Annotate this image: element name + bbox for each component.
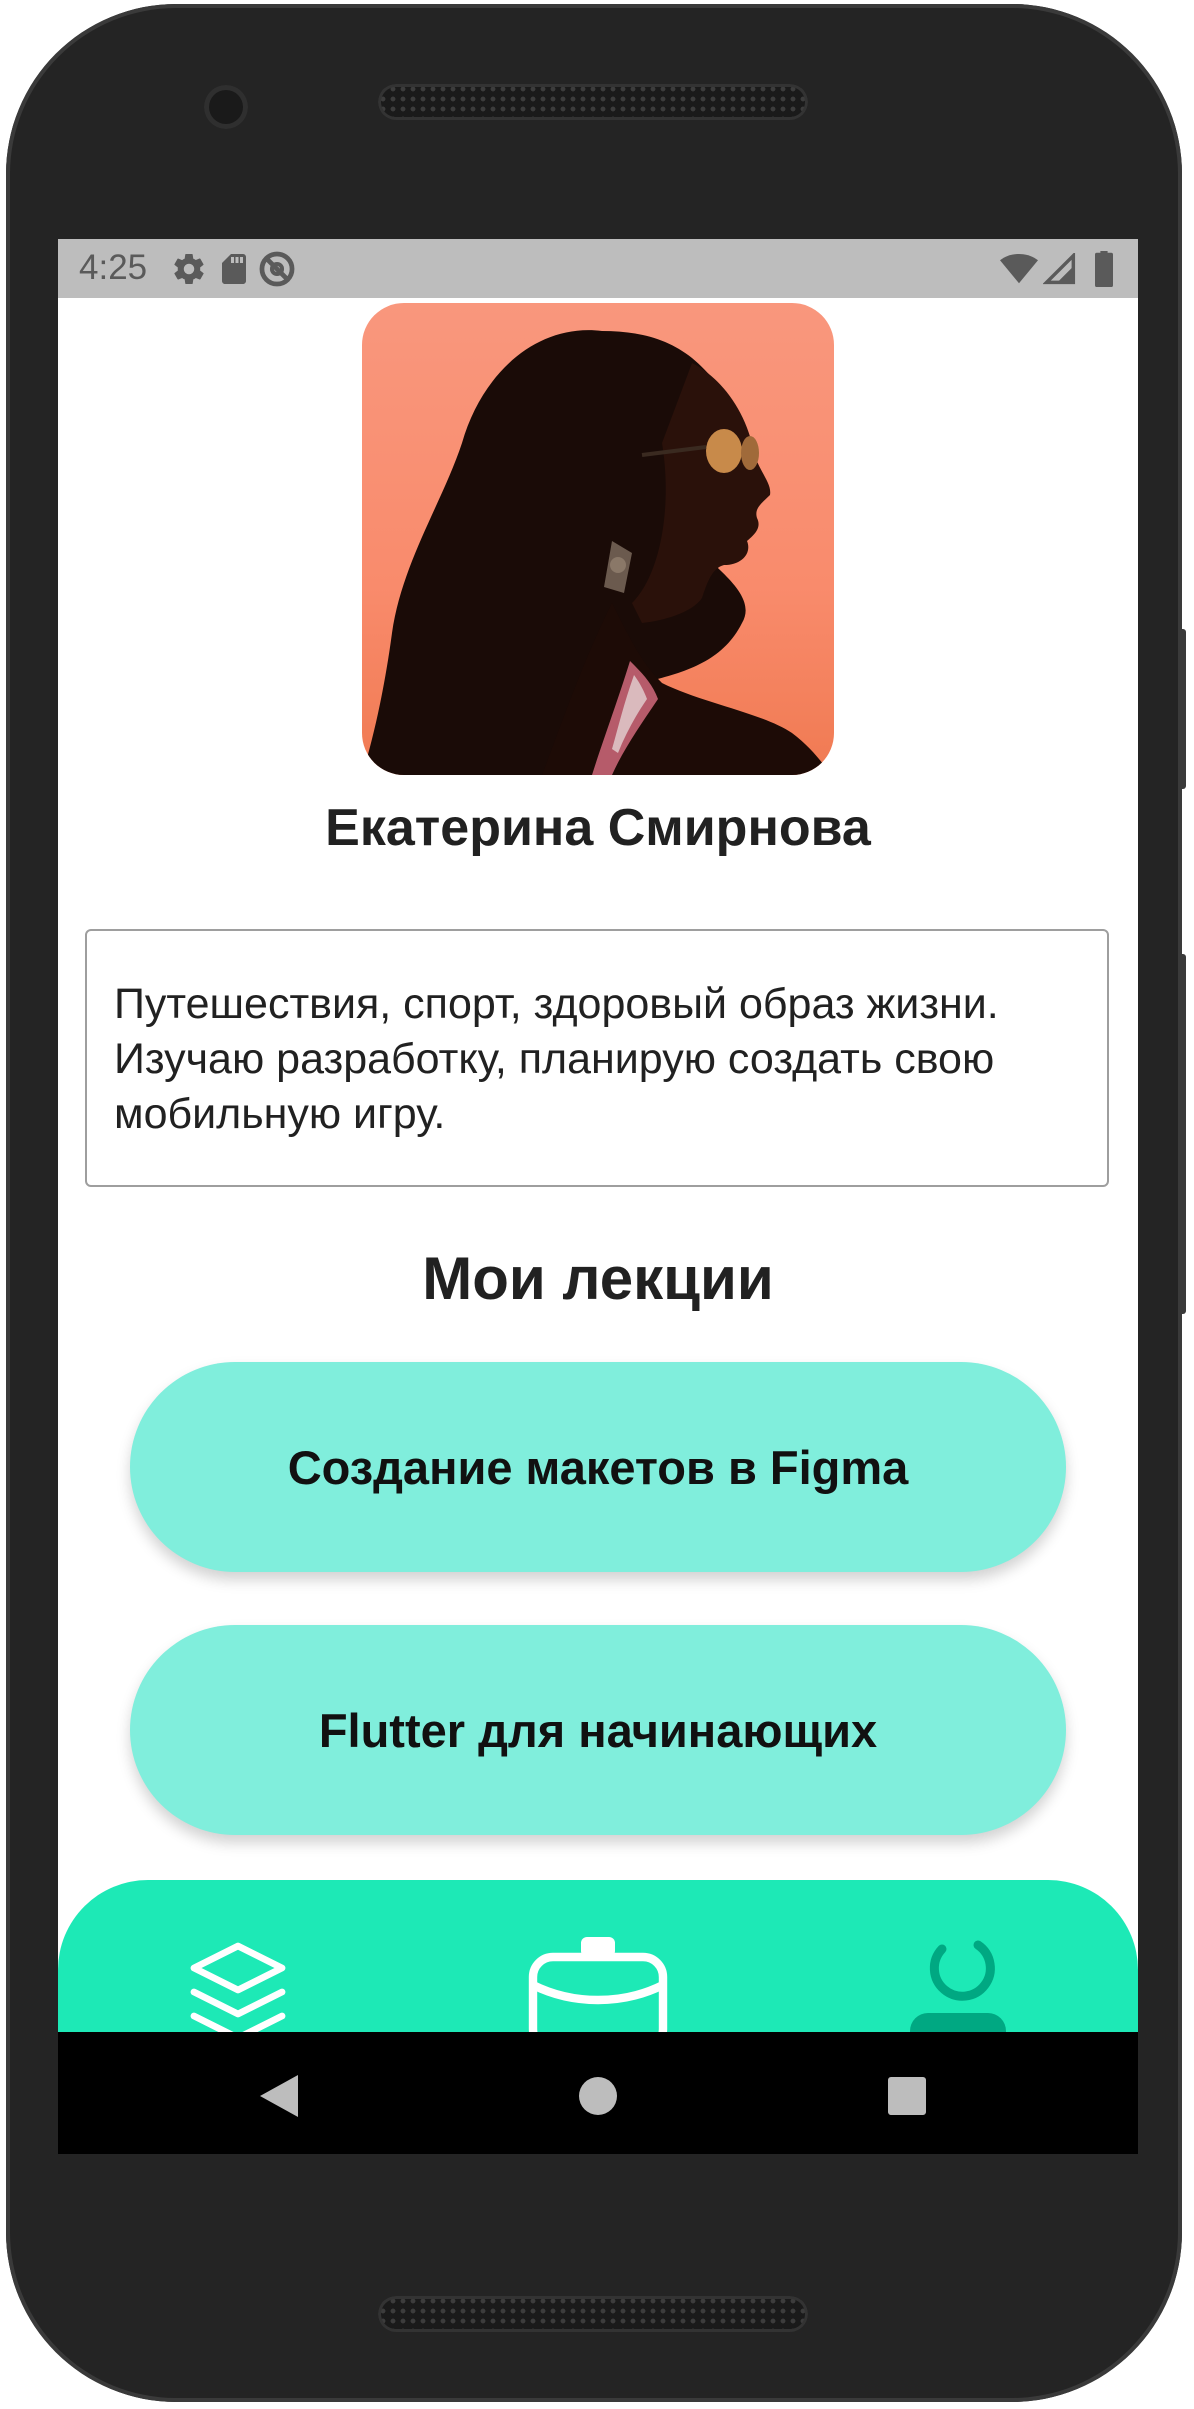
sd-card-icon <box>222 254 246 284</box>
profile-content: Екатерина Смирнова Путешествия, спорт, з… <box>58 298 1138 2108</box>
power-button <box>1178 629 1186 789</box>
bio-text: Путешествия, спорт, здоровый образ жизни… <box>114 980 999 1138</box>
signal-icon <box>1043 253 1076 285</box>
volume-button <box>1178 954 1186 1314</box>
battery-icon <box>1095 251 1113 287</box>
lecture-button-label: Создание макетов в Figma <box>287 1440 909 1494</box>
profile-photo <box>362 303 834 775</box>
profile-name: Екатерина Смирнова <box>325 799 871 857</box>
wifi-icon <box>1000 253 1038 284</box>
top-speaker <box>378 84 808 120</box>
front-camera <box>204 85 248 129</box>
screen: 4:25 Екатерина Смирнова Путешествия, спо… <box>58 239 1138 2154</box>
system-nav-bar <box>58 2032 1138 2154</box>
gear-icon <box>174 253 204 285</box>
bottom-speaker <box>378 2296 808 2332</box>
avatar <box>362 303 834 775</box>
bio-field[interactable]: Путешествия, спорт, здоровый образ жизни… <box>85 929 1109 1187</box>
home-icon[interactable] <box>578 2076 618 2116</box>
lecture-button-label: Flutter для начинающих <box>318 1703 878 1757</box>
back-icon[interactable] <box>260 2075 298 2117</box>
do-not-disturb-icon <box>259 251 295 287</box>
lecture-button-figma[interactable]: Создание макетов в Figma <box>130 1362 1066 1572</box>
recents-icon[interactable] <box>888 2077 926 2115</box>
phone-frame: 4:25 Екатерина Смирнова Путешествия, спо… <box>6 4 1186 2402</box>
lecture-button-flutter[interactable]: Flutter для начинающих <box>130 1625 1066 1835</box>
status-bar: 4:25 <box>58 239 1138 298</box>
lectures-title: Мои лекции <box>422 1245 774 1312</box>
status-time: 4:25 <box>79 248 148 287</box>
